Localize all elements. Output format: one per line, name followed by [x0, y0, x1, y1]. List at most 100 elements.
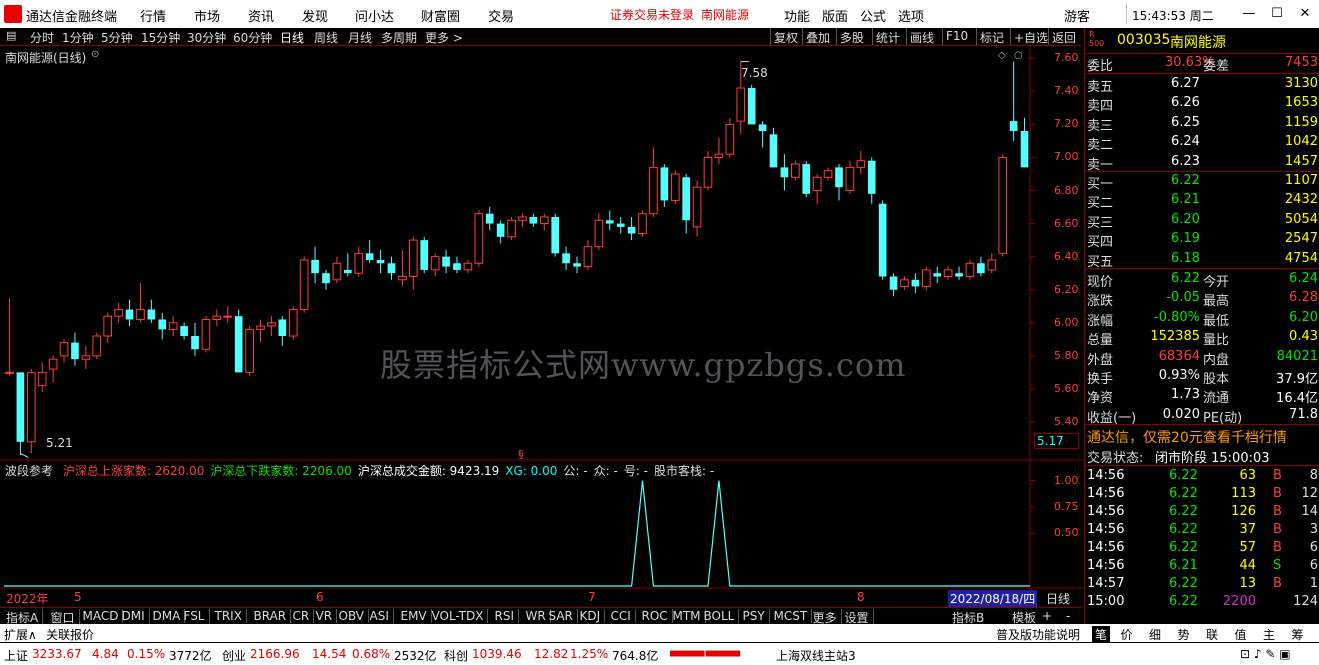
chart-diamond-icon[interactable]: ◇ — [998, 50, 1006, 61]
indicator-tab[interactable]: ROC — [642, 609, 673, 623]
ask-row[interactable]: 卖二 6.24 1042 — [1085, 133, 1319, 153]
tick-time: 14:56 — [1087, 522, 1125, 537]
indicator-tab[interactable]: MTM — [673, 609, 706, 623]
ask-row[interactable]: 卖四 6.26 1653 — [1085, 94, 1319, 114]
btn-fuquan[interactable]: 复权 — [770, 28, 801, 45]
expand-button[interactable]: 扩展∧ — [4, 626, 37, 643]
indicator-tab[interactable]: ASI — [370, 609, 394, 623]
period-more[interactable]: 更多 > — [425, 29, 463, 46]
index-name[interactable]: 上证 — [4, 647, 28, 664]
indicator-tab[interactable]: MACD — [83, 609, 124, 623]
indicator-tick-label: 0.75 — [1054, 499, 1079, 513]
indicator-tab[interactable]: CCI — [611, 609, 636, 623]
ask-row[interactable]: 卖一 6.23 1457 — [1085, 153, 1319, 173]
ask-row[interactable]: 卖五 6.27 3130 — [1085, 75, 1319, 95]
period-weekly[interactable]: 周线 — [314, 29, 338, 46]
bid-row[interactable]: 买二 6.21 2432 — [1085, 191, 1319, 211]
indicator-tab[interactable]: OBV — [339, 609, 370, 623]
indicator-tab[interactable]: VOL-TDX — [432, 609, 489, 623]
quote-tab[interactable]: 细 — [1149, 626, 1161, 643]
trade-login-warning[interactable]: 证券交易未登录 — [610, 6, 694, 23]
related-quote-button[interactable]: 关联报价 — [46, 626, 94, 643]
menu-shichang[interactable]: 市场 — [194, 6, 220, 25]
indicator-b-control[interactable]: - — [1066, 609, 1070, 623]
period-fenshi[interactable]: 分时 — [30, 29, 54, 46]
btn-duogu[interactable]: 多股 — [836, 28, 867, 45]
server-name[interactable]: 上海双线主站3 — [776, 647, 856, 664]
period-monthly[interactable]: 月线 — [348, 29, 372, 46]
quote-tab[interactable]: 笔 — [1092, 626, 1111, 643]
period-1min[interactable]: 1分钟 — [62, 29, 94, 46]
quote-tab[interactable]: 主 — [1263, 626, 1275, 643]
indicator-tab[interactable]: DMA — [153, 609, 186, 623]
indicator-tab[interactable]: CR — [293, 609, 315, 623]
maximize-icon[interactable]: ☐ — [1266, 3, 1288, 25]
btn-tongji[interactable]: 统计 — [872, 28, 903, 45]
indicator-tab[interactable]: SAR — [549, 609, 578, 623]
indicator-tab[interactable]: BRAR — [254, 609, 292, 623]
indicator-tab[interactable]: KDJ — [580, 609, 606, 623]
chart-settings-icon[interactable]: ⊙ — [91, 49, 99, 60]
period-daily[interactable]: 日线 — [280, 29, 304, 46]
menu-banmian[interactable]: 版面 — [822, 6, 848, 25]
btn-add-watchlist[interactable]: +自选 — [1010, 28, 1051, 45]
quote-tab[interactable]: 筹 — [1292, 626, 1304, 643]
index-name[interactable]: 创业 — [222, 647, 246, 664]
quote-tab[interactable]: 势 — [1178, 626, 1190, 643]
btn-huaxian[interactable]: 画线 — [906, 28, 937, 45]
btn-diejia[interactable]: 叠加 — [802, 28, 833, 45]
promo-row[interactable]: 通达信，仅需20元查看千档行情 — [1085, 426, 1319, 446]
period-30min[interactable]: 30分钟 — [187, 29, 226, 46]
price-tick-label: 5.80 — [1054, 348, 1079, 362]
period-5min[interactable]: 5分钟 — [101, 29, 133, 46]
period-multi[interactable]: 多周期 — [381, 29, 417, 46]
period-15min[interactable]: 15分钟 — [141, 29, 180, 46]
indicator-tab[interactable]: PSY — [743, 609, 770, 623]
ask-row[interactable]: 卖三 6.25 1159 — [1085, 114, 1319, 134]
menu-hangqing[interactable]: 行情 — [140, 6, 166, 25]
indicator-tab[interactable]: RSI — [495, 609, 519, 623]
quote-tab[interactable]: 价 — [1121, 626, 1133, 643]
period-60min[interactable]: 60分钟 — [233, 29, 272, 46]
close-icon[interactable]: ✕ — [1294, 3, 1316, 25]
user-guest[interactable]: 游客 — [1064, 6, 1090, 25]
quote-tab[interactable]: 联 — [1206, 626, 1218, 643]
btn-f10[interactable]: F10 — [942, 28, 971, 45]
indicator-name[interactable]: 波段参考 — [5, 464, 53, 478]
indicator-b-control[interactable]: + — [1042, 609, 1052, 623]
indicator-tab[interactable]: MCST — [774, 609, 813, 623]
bid-row[interactable]: 买三 6.20 5054 — [1085, 211, 1319, 231]
menu-jiaoyi[interactable]: 交易 — [488, 6, 514, 25]
menu-zixun[interactable]: 资讯 — [248, 6, 274, 25]
period-dropdown-icon[interactable]: ▤ — [6, 29, 16, 42]
menu-faxian[interactable]: 发现 — [302, 6, 328, 25]
edition-help-link[interactable]: 普及版功能说明 — [996, 626, 1080, 643]
period-daily-label[interactable]: 日线 — [1046, 590, 1070, 607]
btn-biaoji[interactable]: 标记 — [976, 28, 1007, 45]
menu-caifuquan[interactable]: 财富圈 — [421, 6, 460, 25]
indicator-tab[interactable]: DMI — [122, 609, 150, 623]
indicator-tab[interactable]: TRIX — [215, 609, 247, 623]
btn-fanhui[interactable]: 返回 — [1048, 28, 1079, 45]
bid-row[interactable]: 买四 6.19 2547 — [1085, 230, 1319, 250]
quote-tab[interactable]: 值 — [1235, 626, 1247, 643]
index-name[interactable]: 科创 — [444, 647, 468, 664]
promo-text[interactable]: 通达信，仅需20元查看千档行情 — [1087, 427, 1287, 447]
indicator-tab[interactable]: EMV — [401, 609, 432, 623]
menu-wenxiaoda[interactable]: 问小达 — [355, 6, 394, 25]
indicator-tab[interactable]: FSL — [184, 609, 210, 623]
tick-volume: 44 — [1239, 558, 1256, 573]
chart-zoom-icon[interactable]: ○ — [1014, 50, 1023, 61]
indicator-tab[interactable]: WR — [526, 609, 551, 623]
indicator-tab[interactable]: BOLL — [704, 609, 740, 623]
menu-xuanxiang[interactable]: 选项 — [898, 6, 924, 25]
kline-chart[interactable] — [0, 46, 1084, 608]
menu-gongneng[interactable]: 功能 — [784, 6, 810, 25]
minimize-icon[interactable]: — — [1238, 3, 1260, 25]
menu-gongshi[interactable]: 公式 — [860, 6, 886, 25]
candle-body-up — [725, 123, 735, 155]
status-icons[interactable]: ⊡ ♪ ✎ ▣ — [1240, 647, 1291, 661]
bid-row[interactable]: 买五 6.18 4754 — [1085, 250, 1319, 270]
bid-row[interactable]: 买一 6.22 1107 — [1085, 172, 1319, 192]
indicator-tab[interactable]: VR — [316, 609, 338, 623]
